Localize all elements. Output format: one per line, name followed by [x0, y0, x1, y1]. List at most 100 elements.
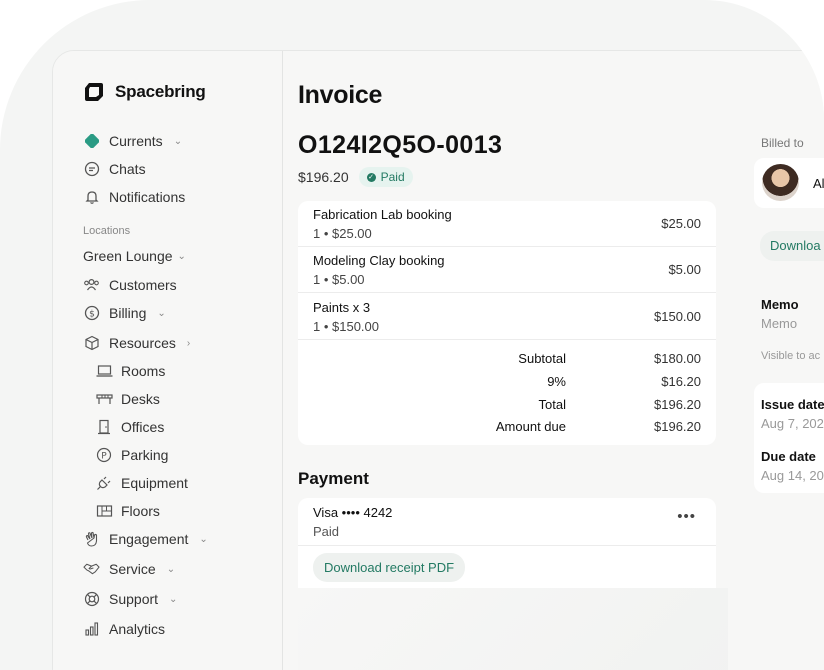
sidebar-item-label: Billing: [109, 305, 147, 321]
memo-visibility-note: Visible to ac: [761, 350, 821, 362]
svg-text:P: P: [101, 452, 107, 462]
sidebar-item-label: Engagement: [109, 531, 189, 547]
desk-icon: [95, 391, 113, 408]
sidebar-item-label: Rooms: [121, 363, 166, 379]
brand-name: Spacebring: [115, 82, 206, 101]
sidebar-item-support[interactable]: Support ⌄: [83, 589, 177, 609]
line-item-qty-price: 1 • $25.00: [313, 226, 372, 241]
line-items-card: Fabrication Lab booking 1 • $25.00 $25.0…: [298, 201, 716, 445]
sidebar-item-parking[interactable]: P Parking: [95, 445, 168, 465]
plug-icon: [95, 475, 113, 492]
location-name: Green Lounge: [83, 248, 173, 264]
sidebar-item-rooms[interactable]: Rooms: [95, 361, 165, 381]
sidebar-item-notifications[interactable]: Notifications: [83, 187, 185, 207]
tax-value: $16.20: [661, 374, 701, 389]
chevron-down-icon: ⌄: [173, 135, 183, 147]
sidebar: Spacebring Currents ⌄ Chats Notification…: [53, 51, 283, 670]
bell-icon: [83, 189, 100, 206]
tax-label: 9%: [547, 374, 566, 389]
status-badge: ✓ Paid: [358, 167, 413, 187]
sidebar-item-billing[interactable]: $ Billing ⌄: [83, 303, 166, 323]
sidebar-item-label: Offices: [121, 419, 165, 435]
status-badge-label: Paid: [380, 170, 405, 184]
decorative-fade: [298, 588, 728, 670]
issue-date-label: Issue date: [761, 397, 824, 412]
due-date-value[interactable]: Aug 14, 20: [761, 468, 824, 483]
check-circle-icon: ✓: [366, 172, 376, 182]
line-item-name: Modeling Clay booking: [313, 253, 445, 268]
billed-to-name: Al: [813, 176, 824, 191]
sidebar-item-currents[interactable]: Currents ⌄: [83, 131, 182, 151]
brand[interactable]: Spacebring: [83, 81, 206, 103]
sidebar-item-label: Chats: [109, 161, 146, 177]
tax-row: 9% $16.20: [298, 374, 716, 394]
sidebar-item-chats[interactable]: Chats: [83, 159, 146, 179]
sidebar-item-label: Service: [109, 561, 156, 577]
sidebar-item-desks[interactable]: Desks: [95, 389, 160, 409]
chat-bubble-icon: [83, 161, 100, 178]
chevron-down-icon: ⌄: [199, 533, 208, 545]
location-selector[interactable]: Green Lounge ⌄: [83, 248, 186, 264]
memo-input[interactable]: Memo: [761, 316, 797, 331]
sidebar-item-equipment[interactable]: Equipment: [95, 473, 188, 493]
sidebar-item-label: Currents: [109, 133, 163, 149]
line-item[interactable]: Modeling Clay booking 1 • $5.00 $5.00: [298, 247, 716, 293]
svg-text:$: $: [89, 310, 95, 320]
due-date-label: Due date: [761, 449, 816, 464]
line-item-total: $25.00: [661, 216, 701, 231]
issue-date-value[interactable]: Aug 7, 202: [761, 416, 824, 431]
sidebar-item-label: Support: [109, 591, 159, 607]
payment-heading: Payment: [298, 469, 369, 488]
lifebuoy-icon: [83, 591, 100, 608]
total-value: $196.20: [654, 397, 701, 412]
line-item-total: $150.00: [654, 309, 701, 324]
amount-due-value: $196.20: [654, 419, 701, 434]
divider: [298, 545, 716, 546]
sidebar-item-offices[interactable]: Offices: [95, 417, 164, 437]
amount-due-row: Amount due $196.20: [298, 419, 716, 439]
sidebar-item-floors[interactable]: Floors: [95, 501, 160, 521]
hand-wave-icon: [83, 531, 100, 548]
billed-to-card[interactable]: Al: [754, 158, 824, 208]
locations-label: Locations: [83, 225, 131, 237]
invoice-main: Invoice O124I2Q5O-0013 $196.20 ✓ Paid Fa…: [284, 51, 754, 670]
sidebar-item-label: Desks: [121, 391, 160, 407]
sidebar-item-label: Notifications: [109, 189, 186, 205]
memo-label: Memo: [761, 297, 799, 312]
chevron-down-icon: ⌄: [166, 563, 176, 575]
bar-chart-icon: [83, 621, 100, 638]
amount-due-label: Amount due: [495, 419, 566, 434]
handshake-icon: [83, 561, 100, 578]
line-item-total: $5.00: [668, 262, 701, 277]
billed-to-label: Billed to: [761, 136, 804, 150]
app-window: Spacebring Currents ⌄ Chats Notification…: [52, 50, 824, 670]
door-icon: [95, 419, 113, 436]
parking-icon: P: [95, 447, 113, 464]
line-item[interactable]: Fabrication Lab booking 1 • $25.00 $25.0…: [298, 201, 716, 247]
chevron-down-icon: ⌄: [177, 250, 186, 262]
sidebar-item-service[interactable]: Service ⌄: [83, 559, 175, 579]
total-label: Total: [538, 397, 566, 412]
line-item[interactable]: Paints x 3 1 • $150.00 $150.00: [298, 294, 716, 340]
chevron-right-icon: ›: [186, 337, 191, 349]
line-item-name: Paints x 3: [313, 300, 371, 315]
subtotal-value: $180.00: [654, 351, 701, 366]
sidebar-item-customers[interactable]: Customers: [83, 275, 177, 295]
invoice-amount: $196.20: [298, 169, 349, 185]
avatar: [762, 164, 799, 201]
download-invoice-button[interactable]: Downloa: [760, 231, 824, 261]
sidebar-item-engagement[interactable]: Engagement ⌄: [83, 529, 208, 549]
cube-icon: [83, 335, 100, 352]
payment-method: Visa •••• 4242: [313, 505, 393, 520]
total-row: Total $196.20: [298, 397, 716, 417]
users-icon: [83, 277, 100, 294]
sidebar-item-label: Customers: [109, 277, 177, 293]
room-icon: [95, 363, 113, 380]
invoice-details-panel: Billed to Al Downloa Memo Memo Visible t…: [754, 51, 824, 670]
sidebar-item-label: Analytics: [109, 621, 166, 637]
sidebar-item-resources[interactable]: Resources ›: [83, 333, 190, 353]
more-options-icon[interactable]: •••: [677, 508, 696, 525]
subtotal-label: Subtotal: [518, 351, 566, 366]
sidebar-item-analytics[interactable]: Analytics: [83, 619, 165, 639]
download-receipt-button[interactable]: Download receipt PDF: [313, 553, 466, 582]
